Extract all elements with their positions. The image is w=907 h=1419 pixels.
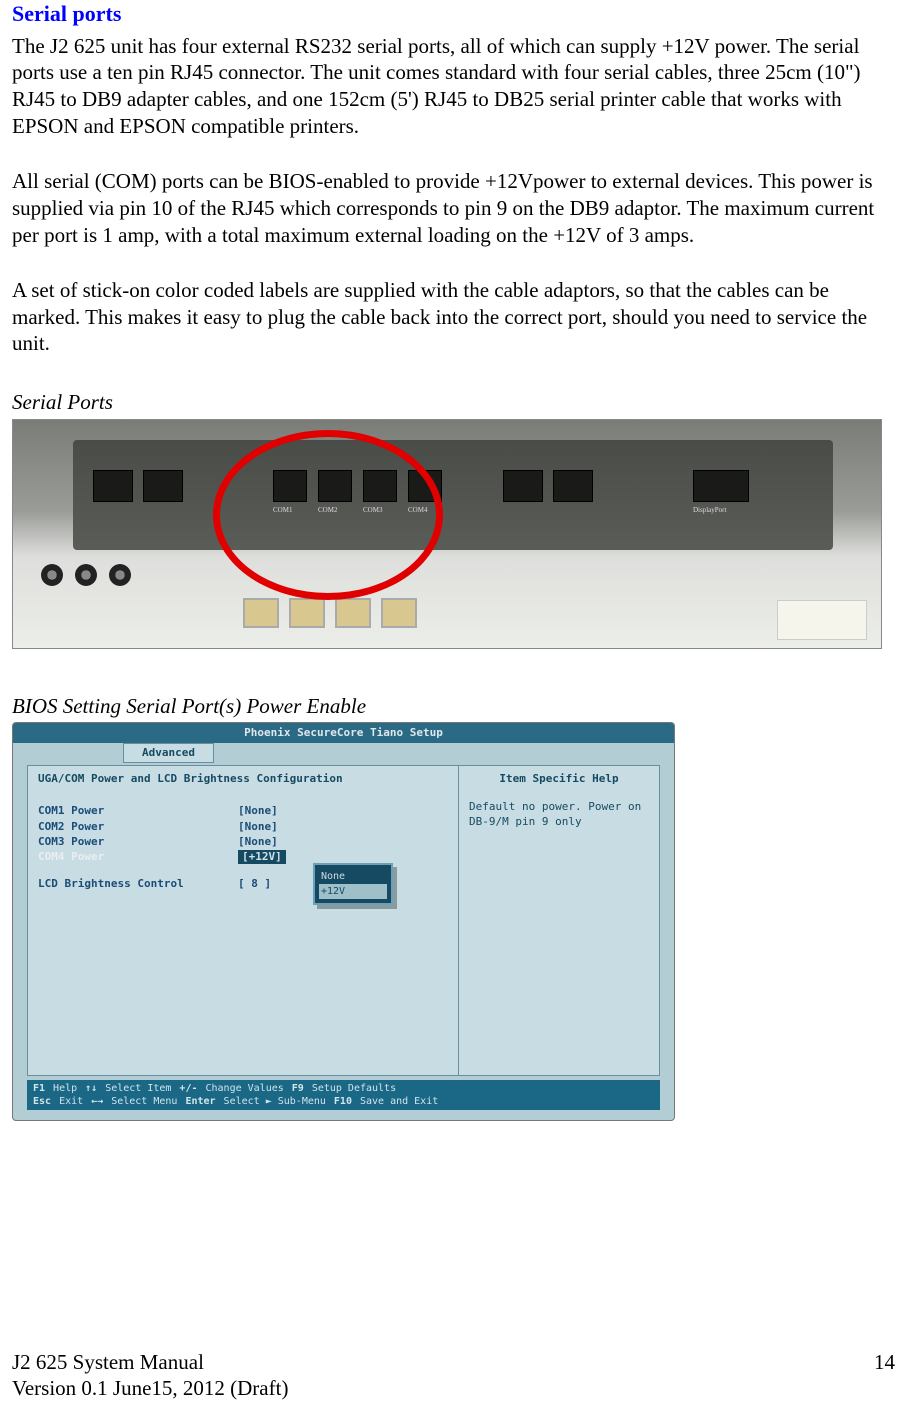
bios-popup-option-none: None [319,869,387,884]
port-displayport [693,470,749,502]
bios-row-value: [None] [238,835,278,849]
bios-row-value: [+12V] [238,850,286,864]
dc-in-jack [41,564,63,586]
bios-key: ↑↓ [85,1082,97,1095]
dc-out-jack [75,564,97,586]
section-heading: Serial ports [12,0,895,29]
bios-key-label: Save and Exit [360,1095,438,1108]
paragraph-3: A set of stick-on color coded labels are… [12,277,895,358]
paragraph-1: The J2 625 unit has four external RS232 … [12,33,895,141]
bios-key-label: Help [53,1082,77,1095]
paragraph-2: All serial (COM) ports can be BIOS-enabl… [12,168,895,249]
figure-bios-screenshot: Phoenix SecureCore Tiano Setup Advanced … [12,722,675,1121]
bios-row-value: [ 8 ] [238,877,271,891]
bios-key: +/- [179,1082,197,1095]
port-usb [553,470,593,502]
bios-key: F1 [33,1082,45,1095]
ports-panel: COM1 COM2 COM3 COM4 DisplayPort [73,440,833,550]
rj45-com1 [243,598,279,628]
bios-key-label: Select Menu [111,1095,177,1108]
bios-popup: None +12V [313,863,393,905]
footer-version: Version 0.1 June15, 2012 (Draft) [12,1375,288,1401]
bios-key: Enter [185,1095,215,1108]
bios-popup-option-12v: +12V [319,884,387,899]
red-circle-annotation-icon [213,430,443,600]
bios-titlebar: Phoenix SecureCore Tiano Setup [13,723,674,743]
bios-help-panel: Item Specific Help Default no power. Pow… [459,766,659,1075]
bios-help-header: Item Specific Help [469,772,649,786]
bios-footer: F1 Help ↑↓ Select Item +/- Change Values… [27,1080,660,1110]
page-footer: J2 625 System Manual Version 0.1 June15,… [12,1349,895,1402]
bios-key-label: Select ► Sub-Menu [224,1095,326,1108]
bios-row-label: LCD Brightness Control [38,877,238,891]
bios-row-com1: COM1 Power [None] [38,804,448,818]
bios-key: Esc [33,1095,51,1108]
bios-row-value: [None] [238,820,278,834]
bios-row-label: COM3 Power [38,835,238,849]
figure2-caption: BIOS Setting Serial Port(s) Power Enable [12,693,895,720]
bios-key: ←→ [91,1095,103,1108]
bios-key-label: Change Values [205,1082,283,1095]
bios-tab-advanced: Advanced [123,743,214,763]
bios-footer-row2: Esc Exit ←→ Select Menu Enter Select ► S… [33,1095,654,1108]
bios-key: F9 [292,1082,304,1095]
bios-key-label: Setup Defaults [312,1082,396,1095]
footer-doc-title: J2 625 System Manual [12,1349,288,1375]
bios-key-label: Exit [59,1095,83,1108]
port-generic [93,470,133,502]
bios-row-label: COM2 Power [38,820,238,834]
dp-label: DisplayPort [693,506,726,515]
bios-row-com2: COM2 Power [None] [38,820,448,834]
cash-drawer-jack [109,564,131,586]
bios-help-text: Default no power. Power on DB-9/M pin 9 … [469,800,649,829]
rj45-com2 [289,598,325,628]
bios-row-label: COM4 Power [38,850,238,864]
bios-row-com3: COM3 Power [None] [38,835,448,849]
page-number: 14 [874,1349,895,1375]
bios-left-header: UGA/COM Power and LCD Brightness Configu… [38,772,448,786]
serial-sticker [777,600,867,640]
figure-serial-ports-photo: COM1 COM2 COM3 COM4 DisplayPort [12,419,882,649]
bios-row-value: [None] [238,804,278,818]
rj45-com3 [335,598,371,628]
port-usb [503,470,543,502]
bios-row-label: COM1 Power [38,804,238,818]
bios-key-label: Select Item [105,1082,171,1095]
bios-left-panel: UGA/COM Power and LCD Brightness Configu… [28,766,459,1075]
bios-title: Phoenix SecureCore Tiano Setup [244,726,443,740]
bios-key: F10 [334,1095,352,1108]
bios-main-panel: UGA/COM Power and LCD Brightness Configu… [27,765,660,1076]
rj45-com4 [381,598,417,628]
figure1-caption: Serial Ports [12,389,895,416]
port-generic [143,470,183,502]
bios-footer-row1: F1 Help ↑↓ Select Item +/- Change Values… [33,1082,654,1095]
